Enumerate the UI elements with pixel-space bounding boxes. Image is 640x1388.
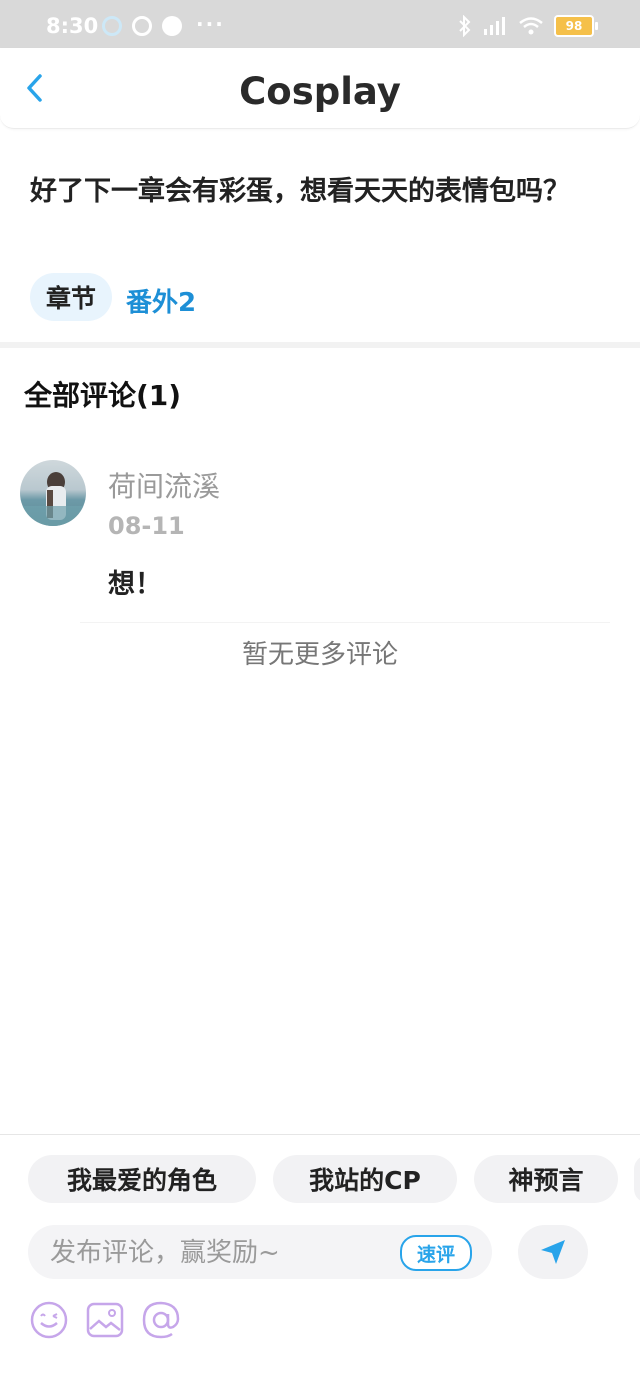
comment-input-wrapper: 速评	[28, 1225, 492, 1279]
app-header: Cosplay	[0, 48, 640, 129]
status-icons: 98	[458, 14, 598, 38]
emoji-icon[interactable]	[28, 1299, 70, 1341]
comment-date: 08-11	[108, 512, 185, 540]
status-time: 8:30	[46, 14, 99, 38]
send-button[interactable]	[518, 1225, 588, 1279]
quick-review-button[interactable]: 速评	[400, 1235, 472, 1271]
quick-chip-prophecy[interactable]: 神预言	[474, 1155, 618, 1203]
comment-divider	[80, 622, 610, 623]
notification-icon	[132, 16, 152, 36]
comments-heading: 全部评论(1)	[24, 379, 182, 412]
status-bar: 8:30 ··· 98	[0, 0, 640, 52]
chapter-tag: 章节	[30, 273, 112, 321]
section-divider	[0, 342, 640, 348]
comment-bar: 我最爱的角色 我站的CP 神预言 速评	[0, 1134, 640, 1388]
page-title: Cosplay	[239, 70, 401, 113]
comment-text: 想！	[108, 569, 162, 600]
bluetooth-icon	[459, 15, 471, 37]
signal-icon	[484, 17, 505, 35]
comment-input[interactable]	[48, 1231, 392, 1275]
post-content: 好了下一章会有彩蛋，想看天天的表情包吗？	[30, 176, 570, 207]
comment-author[interactable]: 荷间流溪	[108, 465, 220, 505]
notification-icon	[162, 16, 182, 36]
send-icon	[541, 1240, 565, 1264]
quick-chip-cp[interactable]: 我站的CP	[273, 1155, 457, 1203]
chapter-link[interactable]: 番外2	[126, 282, 196, 319]
battery-icon: 98	[554, 15, 598, 37]
image-icon[interactable]	[84, 1299, 126, 1341]
no-more-comments: 暂无更多评论	[241, 640, 398, 670]
quick-chip-favorite-character[interactable]: 我最爱的角色	[28, 1155, 256, 1203]
avatar-image	[20, 472, 86, 526]
quick-chip-overflow[interactable]	[634, 1155, 640, 1203]
notification-icon	[102, 16, 122, 36]
at-icon[interactable]	[140, 1299, 182, 1341]
avatar[interactable]	[20, 460, 86, 526]
wifi-icon	[519, 17, 543, 35]
more-notifications-icon: ···	[196, 12, 225, 36]
